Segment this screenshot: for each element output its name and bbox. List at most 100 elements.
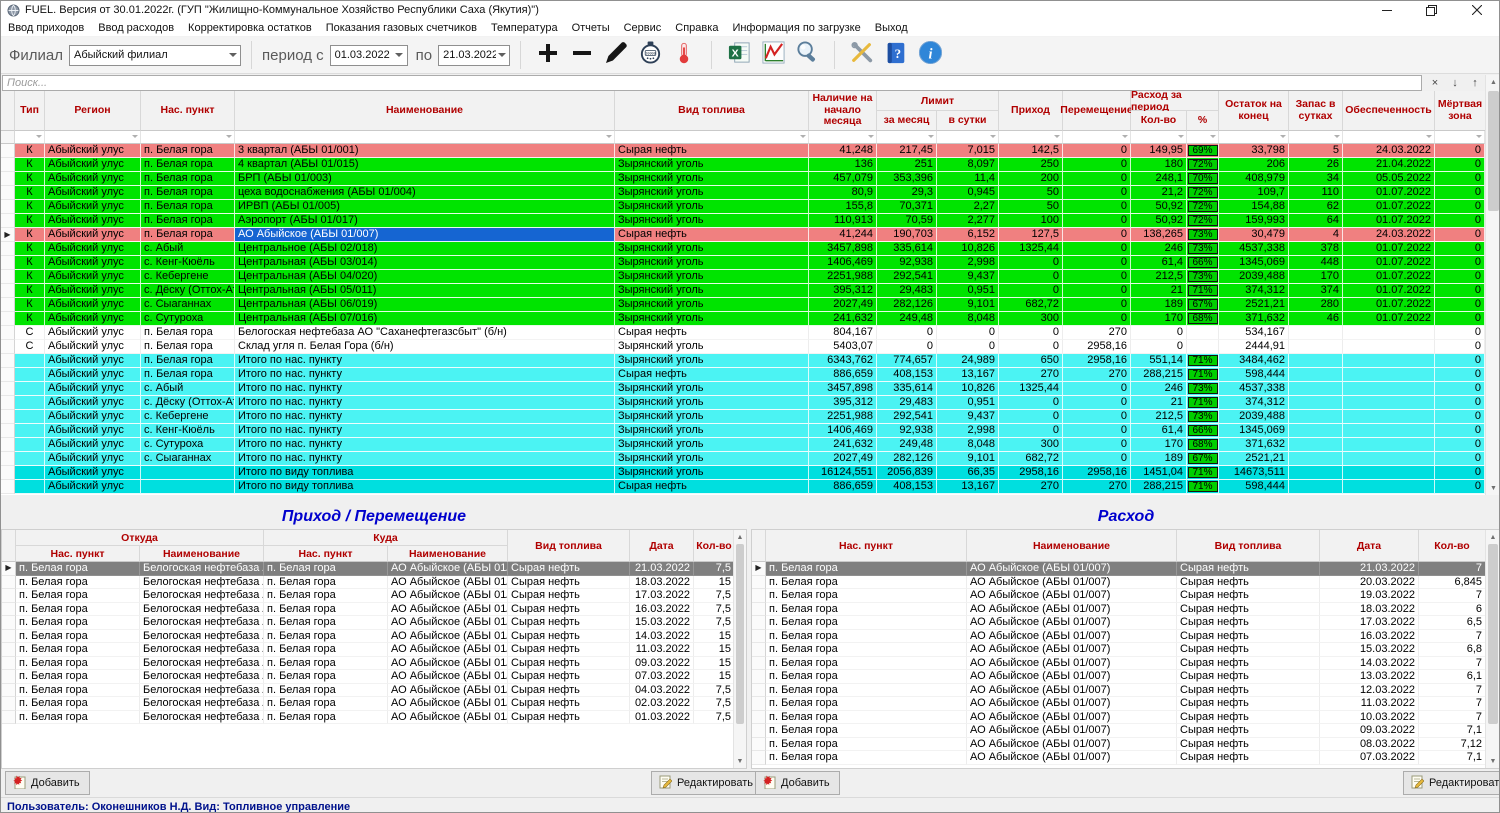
filter-dropdown-icon[interactable]: [990, 135, 996, 141]
expense-add-button[interactable]: Добавить: [755, 771, 840, 795]
scroll-down-icon[interactable]: ▼: [734, 754, 746, 768]
cell[interactable]: 2,27: [937, 200, 999, 214]
filter-cell[interactable]: [877, 131, 937, 144]
cell[interactable]: 15: [694, 657, 735, 671]
cell[interactable]: Сырая нефть: [508, 697, 630, 711]
col-header-qty[interactable]: Кол-во: [1419, 530, 1486, 562]
cell[interactable]: Сырая нефть: [1177, 657, 1320, 671]
cell[interactable]: 50: [999, 186, 1063, 200]
cell[interactable]: 71%: [1187, 480, 1219, 494]
cell[interactable]: Сырая нефть: [508, 670, 630, 684]
filter-dropdown-icon[interactable]: [1476, 135, 1482, 141]
cell[interactable]: Центральная (АБЫ 07/016): [235, 312, 615, 326]
cell[interactable]: п. Белая гора: [141, 144, 235, 158]
cell[interactable]: 0,951: [937, 284, 999, 298]
cell[interactable]: 249,48: [877, 438, 937, 452]
cell[interactable]: п. Белая гора: [766, 643, 967, 657]
cell[interactable]: Сырая нефть: [508, 616, 630, 630]
cell[interactable]: Абыйский улус: [45, 200, 141, 214]
filter-dropdown-icon[interactable]: [1426, 135, 1432, 141]
cell[interactable]: 0: [1063, 382, 1131, 396]
cell[interactable]: 2027,49: [809, 298, 877, 312]
cell[interactable]: 66%: [1187, 424, 1219, 438]
cell[interactable]: 200: [999, 172, 1063, 186]
cell[interactable]: 534,167: [1219, 326, 1289, 340]
cell[interactable]: [1289, 382, 1343, 396]
cell[interactable]: 0: [1435, 200, 1485, 214]
table-row[interactable]: п. Белая гораБелогоская нефтебаза АО "Са…: [2, 657, 746, 671]
cell[interactable]: 21.03.2022: [630, 562, 694, 576]
cell[interactable]: 217,45: [877, 144, 937, 158]
cell[interactable]: 0: [999, 396, 1063, 410]
cell[interactable]: Сырая нефть: [1177, 589, 1320, 603]
cell[interactable]: с. Дёску (Оттох-Атах): [141, 284, 235, 298]
cell[interactable]: Центральная (АБЫ 04/020): [235, 270, 615, 284]
cell[interactable]: АО Абыйское (АБЫ 01/007): [388, 670, 508, 684]
cell[interactable]: 0: [999, 424, 1063, 438]
col-header-perem[interactable]: Перемещение: [1063, 91, 1131, 131]
cell[interactable]: с. Сыаганнах: [141, 298, 235, 312]
cell[interactable]: Центральное (АБЫ 02/018): [235, 242, 615, 256]
cell[interactable]: 02.03.2022: [630, 697, 694, 711]
cell[interactable]: 72%: [1187, 200, 1219, 214]
cell[interactable]: Итого по виду топлива: [235, 480, 615, 494]
cell[interactable]: 0: [1435, 214, 1485, 228]
cell[interactable]: 335,614: [877, 382, 937, 396]
table-row[interactable]: КАбыйский улусс. СыаганнахЦентральная (А…: [1, 298, 1485, 312]
cell[interactable]: п. Белая гора: [141, 354, 235, 368]
cell[interactable]: 374,312: [1219, 284, 1289, 298]
cell[interactable]: 0: [1063, 214, 1131, 228]
cell[interactable]: АО Абыйское (АБЫ 01/007): [388, 589, 508, 603]
cell[interactable]: 3 квартал (АБЫ 01/001): [235, 144, 615, 158]
cell[interactable]: 13,167: [937, 480, 999, 494]
cell[interactable]: 14673,511: [1219, 466, 1289, 480]
cell[interactable]: К: [15, 186, 45, 200]
cell[interactable]: 07.03.2022: [1320, 751, 1419, 765]
cell[interactable]: [1289, 340, 1343, 354]
cell[interactable]: 72%: [1187, 214, 1219, 228]
main-table-scrollbar[interactable]: ▲ ▼: [1485, 75, 1500, 495]
cell[interactable]: Итого по нас. пункту: [235, 354, 615, 368]
cell[interactable]: [1343, 424, 1435, 438]
cell[interactable]: 7: [1419, 684, 1486, 698]
cell[interactable]: Итого по нас. пункту: [235, 410, 615, 424]
table-row[interactable]: Абыйский улусс. СыаганнахИтого по нас. п…: [1, 452, 1485, 466]
cell[interactable]: Сырая нефть: [1177, 697, 1320, 711]
cell[interactable]: п. Белая гора: [264, 630, 388, 644]
cell[interactable]: 5: [1289, 144, 1343, 158]
cell[interactable]: 7: [1419, 697, 1486, 711]
cell[interactable]: [15, 424, 45, 438]
cell[interactable]: 18.03.2022: [1320, 603, 1419, 617]
cell[interactable]: Итого по нас. пункту: [235, 396, 615, 410]
cell[interactable]: Итого по нас. пункту: [235, 382, 615, 396]
cell[interactable]: 20.03.2022: [1320, 576, 1419, 590]
cell[interactable]: с. Кенг-Кюёль: [141, 424, 235, 438]
col-header-nach[interactable]: Наличие на начало месяца: [809, 91, 877, 131]
scroll-down-icon[interactable]: ▼: [1486, 754, 1500, 768]
col-header-punkt[interactable]: Нас. пункт: [264, 546, 388, 562]
cell[interactable]: 0: [937, 326, 999, 340]
cell[interactable]: Сырая нефть: [1177, 603, 1320, 617]
cell[interactable]: Абыйский улус: [45, 172, 141, 186]
table-row[interactable]: Абыйский улусИтого по виду топливаЗырянс…: [1, 466, 1485, 480]
chart-button[interactable]: [757, 40, 789, 70]
cell[interactable]: п. Белая гора: [766, 603, 967, 617]
cell[interactable]: [1187, 326, 1219, 340]
cell[interactable]: 67%: [1187, 298, 1219, 312]
table-row[interactable]: п. Белая гораБелогоская нефтебаза АО "Са…: [2, 711, 746, 725]
cell[interactable]: 21.03.2022: [1320, 562, 1419, 576]
cell[interactable]: 61,4: [1131, 424, 1187, 438]
cell[interactable]: АО Абыйское (АБЫ 01/007): [388, 697, 508, 711]
menu-item[interactable]: Ввод приходов: [1, 21, 91, 35]
table-row[interactable]: п. Белая гораБелогоская нефтебаза АО "Са…: [2, 670, 746, 684]
cell[interactable]: 300: [999, 312, 1063, 326]
table-row[interactable]: п. Белая гораАО Абыйское (АБЫ 01/007)Сыр…: [752, 603, 1500, 617]
cell[interactable]: п. Белая гора: [16, 643, 140, 657]
cell[interactable]: Абыйский улус: [45, 214, 141, 228]
cell[interactable]: Зырянский уголь: [615, 382, 809, 396]
cell[interactable]: [15, 354, 45, 368]
cell[interactable]: 92,938: [877, 256, 937, 270]
close-button[interactable]: [1454, 1, 1499, 19]
cell[interactable]: Сырая нефть: [1177, 711, 1320, 725]
filter-cell[interactable]: [15, 131, 45, 144]
